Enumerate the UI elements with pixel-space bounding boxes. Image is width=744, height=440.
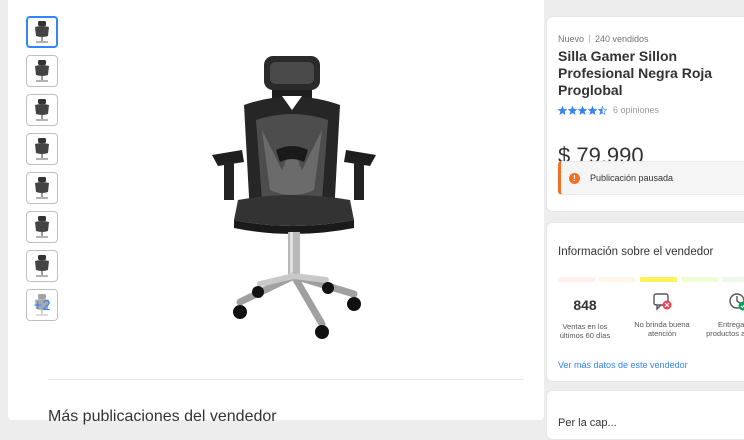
delivery-metric: Entrega sus productos a tiempo <box>706 291 744 338</box>
thumbnail-angle[interactable] <box>26 211 58 243</box>
thermometer-segment <box>640 277 677 282</box>
star-icon <box>558 106 567 115</box>
more-images-count: +2 <box>27 290 57 320</box>
thermometer-segment <box>599 277 636 282</box>
thermometer-segment <box>558 277 595 282</box>
star-icon <box>588 106 597 115</box>
subtitle-separator <box>589 35 590 43</box>
chair-icon <box>29 253 55 279</box>
chair-icon <box>29 58 55 84</box>
condition-label: Nuevo <box>558 34 584 44</box>
warning-icon: ! <box>569 173 580 184</box>
star-icon <box>568 106 577 115</box>
thumbnail-positions[interactable] <box>26 250 58 282</box>
chair-icon <box>29 136 55 162</box>
bottom-card-text: Per la cap... <box>558 417 617 429</box>
paused-notice-text: Publicación pausada <box>590 173 673 183</box>
chair-icon <box>29 19 55 45</box>
seller-info-card: Información sobre el vendedor 848 Ventas… <box>546 222 744 382</box>
more-seller-data-link[interactable]: Ver más datos de este vendedor <box>558 360 688 370</box>
thumbnail-side[interactable] <box>26 172 58 204</box>
clock-check-icon <box>727 291 744 313</box>
product-title: Silla Gamer Sillon Profesional Negra Roj… <box>558 48 728 99</box>
more-from-seller-heading: Más publicaciones del vendedor <box>48 408 277 426</box>
chair-icon <box>29 97 55 123</box>
rating[interactable]: 6 opiniones <box>558 105 659 115</box>
sales-value: 848 <box>553 297 617 313</box>
bottom-card: Per la cap... <box>546 390 744 440</box>
thumbnail-recline[interactable] <box>26 94 58 126</box>
buy-box: Nuevo 240 vendidos Silla Gamer Sillon Pro… <box>546 16 744 212</box>
thumbnail-more[interactable]: +2 <box>26 289 58 321</box>
paused-notice: ! Publicación pausada <box>558 161 744 195</box>
attention-metric: No brinda buena atención <box>630 291 694 338</box>
star-icon <box>578 106 587 115</box>
sold-count: 240 vendidos <box>595 34 649 44</box>
thumbnail-back[interactable] <box>26 55 58 87</box>
sales-metric: 848 Ventas en los últimos 60 días <box>553 291 617 340</box>
chair-icon <box>29 214 55 240</box>
rating-stars <box>558 106 607 115</box>
reviews-count[interactable]: 6 opiniones <box>613 105 659 115</box>
chair-icon <box>29 175 55 201</box>
product-subtitle: Nuevo 240 vendidos <box>558 34 649 44</box>
thumbnail-front[interactable] <box>26 16 58 48</box>
attention-label: No brinda buena atención <box>630 320 694 338</box>
chat-error-icon <box>651 291 673 313</box>
section-divider <box>48 379 524 380</box>
reputation-thermometer <box>558 277 744 282</box>
thermometer-segment <box>722 277 744 282</box>
thermometer-segment <box>681 277 718 282</box>
delivery-label: Entrega sus productos a tiempo <box>706 320 744 338</box>
product-gallery-card: +2 Más publicaciones del ve <box>8 0 544 420</box>
product-image[interactable] <box>204 50 384 340</box>
thumbnail-parts[interactable] <box>26 133 58 165</box>
seller-info-title: Información sobre el vendedor <box>558 246 713 258</box>
sales-label: Ventas en los últimos 60 días <box>553 322 617 340</box>
star-icon <box>598 106 607 115</box>
